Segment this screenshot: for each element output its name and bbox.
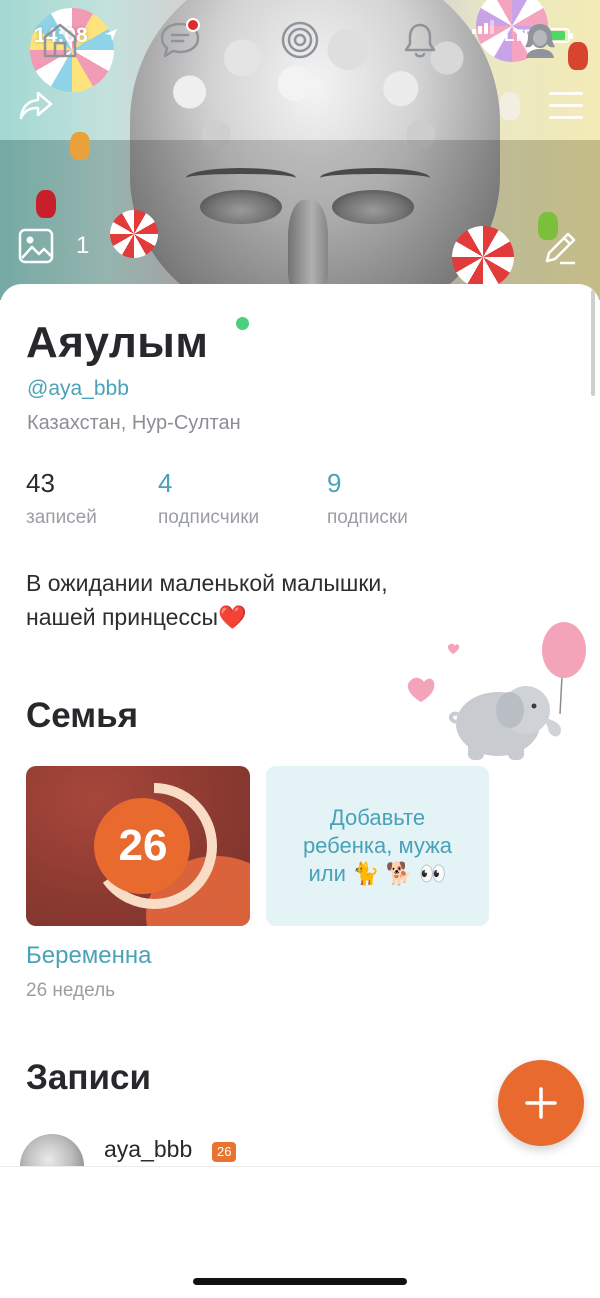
tab-profile[interactable] [518,18,562,62]
bio-line-2: нашей принцессы [26,604,219,630]
elephant-balloon-illustration [407,622,586,760]
scroll-indicator [591,290,595,396]
pregnancy-status-label[interactable]: Беременна [26,942,152,970]
home-icon [43,23,77,58]
add-family-line-3: или 🐈 🐕 👀 [308,861,447,886]
add-family-line-2: ребенка, мужа [302,833,453,858]
edit-profile-button[interactable] [538,226,582,270]
posts-section-title: Записи [26,1058,152,1097]
gummy-bear-decoration [500,92,520,120]
profile-icon [525,24,555,58]
stat-following-label: подписки [327,507,408,528]
pregnancy-weeks-text: 26 недель [26,980,116,1001]
stat-posts[interactable]: 43 записей [26,468,97,529]
image-gallery-icon [18,228,54,264]
lollipop-decoration [452,226,514,288]
create-post-button[interactable] [498,1060,584,1146]
pregnancy-week-badge: 26 [212,1142,237,1162]
menu-button[interactable] [544,86,588,124]
heart-emoji: ❤️ [218,604,247,630]
tab-home[interactable] [38,18,82,62]
post-preview[interactable]: aya_bbb 26 ... [20,1134,580,1166]
profile-username[interactable]: @aya_bbb [27,377,129,401]
add-family-text: Добавьте ребенка, мужа или 🐈 🐕 👀 [289,804,466,888]
photos-button[interactable]: 1 [18,226,89,266]
menu-icon [549,91,583,95]
edit-pencil-icon [545,232,576,265]
location-arrow-icon [105,29,117,41]
stat-following[interactable]: 9 подписки [327,468,408,529]
pregnancy-week-number: 26 [118,821,168,870]
plus-icon [525,1087,557,1119]
stat-following-count: 9 [327,468,342,498]
tab-notifications[interactable] [398,18,442,62]
stat-posts-count: 43 [26,468,55,498]
family-section-title: Семья [26,696,139,735]
stat-followers-label: подписчики [158,507,260,528]
post-author-name[interactable]: aya_bbb [104,1136,192,1163]
photos-count: 1 [76,232,90,259]
bell-icon [404,23,436,58]
cover-bottom-shade [0,140,600,300]
target-icon [281,21,319,59]
home-indicator [193,1278,407,1285]
add-family-member-card[interactable]: Добавьте ребенка, мужа или 🐈 🐕 👀 [266,766,489,926]
bio-line-1: В ожидании маленькой малышки, [26,570,388,596]
stat-followers-count: 4 [158,468,173,498]
share-icon [19,91,53,120]
profile-location: Казахстан, Нур-Султан [27,412,241,434]
online-status-indicator [236,317,249,330]
gummy-bear-decoration [70,132,90,160]
profile-name: Аяулым [26,318,209,367]
gummy-bear-decoration [36,190,56,218]
share-button[interactable] [16,86,56,126]
add-family-line-1: Добавьте [329,805,426,830]
stat-followers[interactable]: 4 подписчики [158,468,259,529]
avatar[interactable] [20,1134,84,1166]
stat-posts-label: записей [26,507,97,528]
lollipop-decoration [110,210,158,258]
tab-feed[interactable] [278,18,322,62]
messages-unread-badge [186,18,200,32]
pregnancy-card[interactable]: 26 [26,766,250,926]
